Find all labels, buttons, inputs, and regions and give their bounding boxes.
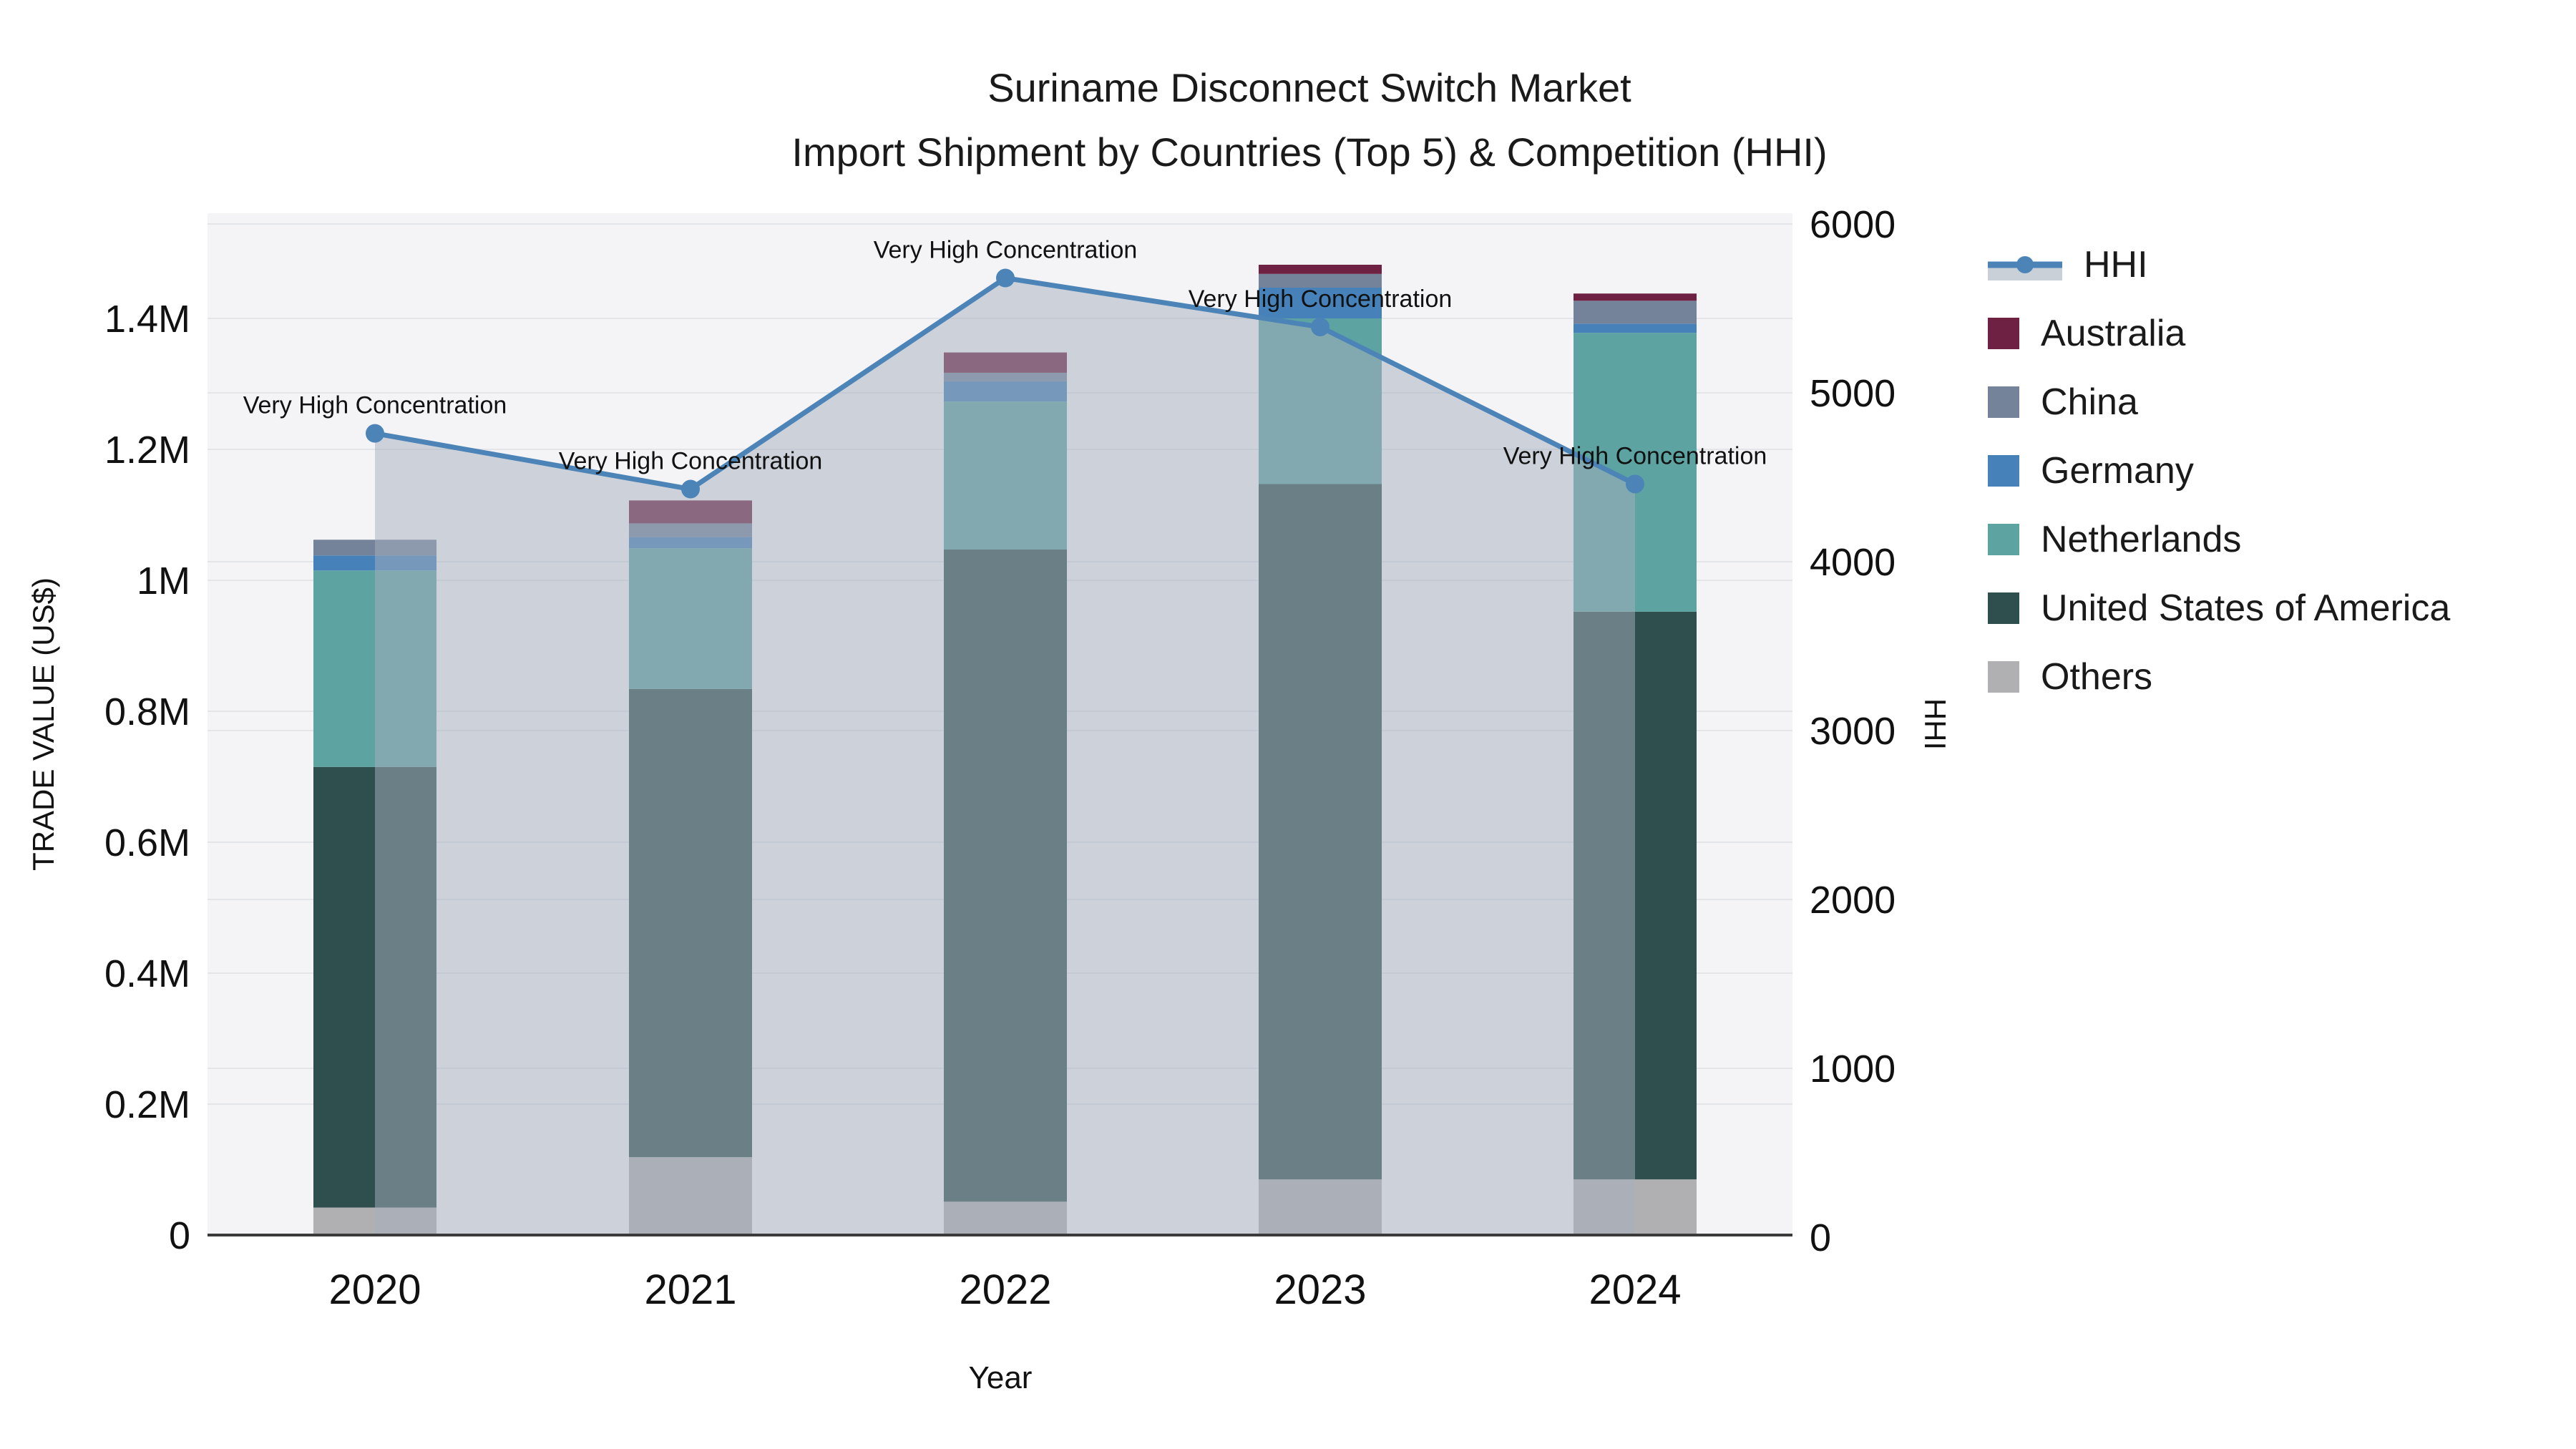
legend-item-australia[interactable]: Australia: [1988, 299, 2450, 368]
bar-segment-germany-2024[interactable]: [1574, 323, 1697, 333]
y-left-tick-label: 1.2M: [104, 429, 190, 472]
chart-page: Suriname Disconnect Switch Market Import…: [0, 0, 2576, 1449]
x-tick-label: 2020: [328, 1267, 421, 1313]
netherlands-swatch-icon: [1988, 524, 2019, 555]
y-right-tick-label: 5000: [1810, 372, 1896, 415]
legend-item-usa[interactable]: United States of America: [1988, 574, 2450, 643]
y-left-tick-label: 0: [169, 1214, 190, 1257]
bar-segment-china-2024[interactable]: [1574, 301, 1697, 324]
y-right-tick-label: 1000: [1810, 1048, 1896, 1091]
x-tick-label: 2023: [1274, 1267, 1366, 1313]
hhi-point-2020[interactable]: [366, 424, 384, 443]
annotation-2021: Very High Concentration: [559, 448, 823, 475]
legend-label: Australia: [2041, 313, 2186, 354]
y-left-tick-label: 0.2M: [104, 1083, 190, 1126]
legend-item-germany[interactable]: Germany: [1988, 436, 2450, 505]
y-right-tick-label: 0: [1810, 1216, 1831, 1259]
hhi-point-2023[interactable]: [1311, 317, 1330, 336]
legend-label: Germany: [2041, 450, 2194, 492]
legend-item-others[interactable]: Others: [1988, 643, 2450, 711]
legend-item-china[interactable]: China: [1988, 368, 2450, 436]
bar-segment-australia-2023[interactable]: [1259, 264, 1382, 274]
hhi-line-icon: [1988, 256, 2062, 280]
annotation-2023: Very High Concentration: [1189, 286, 1453, 313]
hhi-point-2024[interactable]: [1626, 474, 1644, 494]
x-tick-label: 2024: [1589, 1267, 1681, 1313]
bar-segment-australia-2024[interactable]: [1574, 293, 1697, 301]
y-left-tick-label: 0.4M: [104, 952, 190, 995]
chart-canvas: Very High Concentration Very High Concent…: [26, 203, 1952, 1395]
hhi-point-2022[interactable]: [996, 268, 1015, 288]
y-left-tick-label: 0.6M: [104, 821, 190, 864]
hhi-point-2021[interactable]: [681, 479, 700, 499]
legend-item-netherlands[interactable]: Netherlands: [1988, 505, 2450, 574]
annotation-2022: Very High Concentration: [874, 237, 1138, 264]
y-left-tick-label: 1M: [137, 560, 190, 602]
chart-legend: HHI Australia China Germany Netherlands …: [1988, 230, 2450, 711]
others-swatch-icon: [1988, 661, 2019, 693]
x-tick-label: 2022: [959, 1267, 1051, 1313]
australia-swatch-icon: [1988, 318, 2019, 349]
legend-item-hhi[interactable]: HHI: [1988, 230, 2450, 299]
y-right-tick-label: 2000: [1810, 879, 1896, 922]
x-tick-label: 2021: [644, 1267, 736, 1313]
y-left-tick-label: 1.4M: [104, 298, 190, 341]
legend-label: United States of America: [2041, 587, 2451, 629]
annotation-2020: Very High Concentration: [243, 392, 507, 419]
legend-label: Netherlands: [2041, 519, 2242, 560]
x-axis-title: Year: [969, 1360, 1033, 1395]
legend-label: Others: [2041, 656, 2153, 698]
y-left-axis-title: TRADE VALUE (US$): [26, 577, 60, 871]
y-right-tick-label: 6000: [1810, 203, 1896, 246]
annotation-2024: Very High Concentration: [1503, 442, 1767, 469]
legend-label: HHI: [2084, 244, 2148, 286]
china-swatch-icon: [1988, 386, 2019, 418]
legend-label: China: [2041, 381, 2138, 423]
y-right-tick-label: 4000: [1810, 541, 1896, 584]
y-left-tick-label: 0.8M: [104, 691, 190, 733]
y-right-tick-label: 3000: [1810, 710, 1896, 753]
germany-swatch-icon: [1988, 455, 2019, 487]
y-right-axis-title: HHI: [1918, 698, 1952, 750]
usa-swatch-icon: [1988, 592, 2019, 624]
